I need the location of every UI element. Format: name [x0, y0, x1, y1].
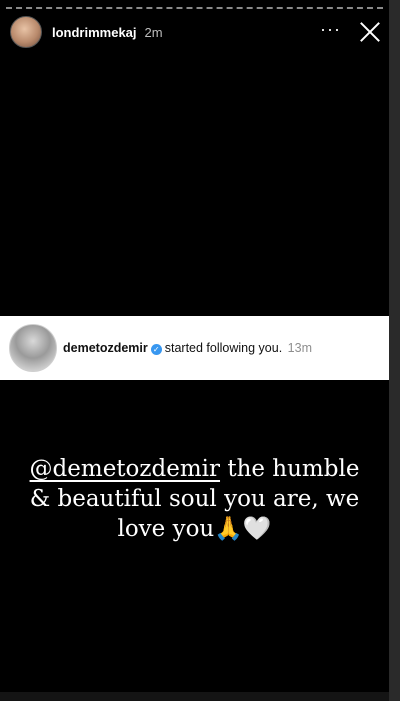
close-icon[interactable] [359, 21, 381, 43]
story-caption: @demetozdemir the humble & beautiful sou… [0, 454, 389, 544]
story-progress-bar [6, 7, 383, 9]
notification-time: 13m [287, 341, 312, 355]
caption-line-1-rest: the humble [220, 456, 360, 482]
story-header: londrimmekaj 2m ··· [10, 16, 381, 48]
next-story-edge[interactable] [389, 0, 400, 701]
notification-text: demetozdemir ✓ started following you. 13m [63, 341, 312, 355]
more-options-icon[interactable]: ··· [320, 20, 341, 38]
mention-link[interactable]: @demetozdemir [30, 456, 220, 482]
story-username[interactable]: londrimmekaj [52, 25, 137, 40]
notification-action: started following you. [164, 341, 283, 355]
caption-line-2: & beautiful soul you are, we [29, 486, 360, 512]
caption-line-3: love you🙏🤍 [0, 514, 389, 544]
story-viewer[interactable]: londrimmekaj 2m ··· demetozdemir ✓ started… [0, 0, 389, 701]
caption-line-3-text: love you [117, 516, 215, 542]
follow-notification-card[interactable]: demetozdemir ✓ started following you. 13m [0, 316, 389, 380]
pray-heart-emoji-icon: 🙏🤍 [214, 516, 272, 542]
follower-avatar-icon[interactable] [9, 324, 57, 372]
verified-badge-icon: ✓ [150, 344, 162, 355]
profile-avatar-icon[interactable] [10, 16, 42, 48]
story-time: 2m [144, 24, 163, 40]
follower-username[interactable]: demetozdemir [63, 341, 148, 355]
bottom-bar [0, 692, 389, 701]
caption-line-1: @demetozdemir the humble [0, 454, 389, 484]
